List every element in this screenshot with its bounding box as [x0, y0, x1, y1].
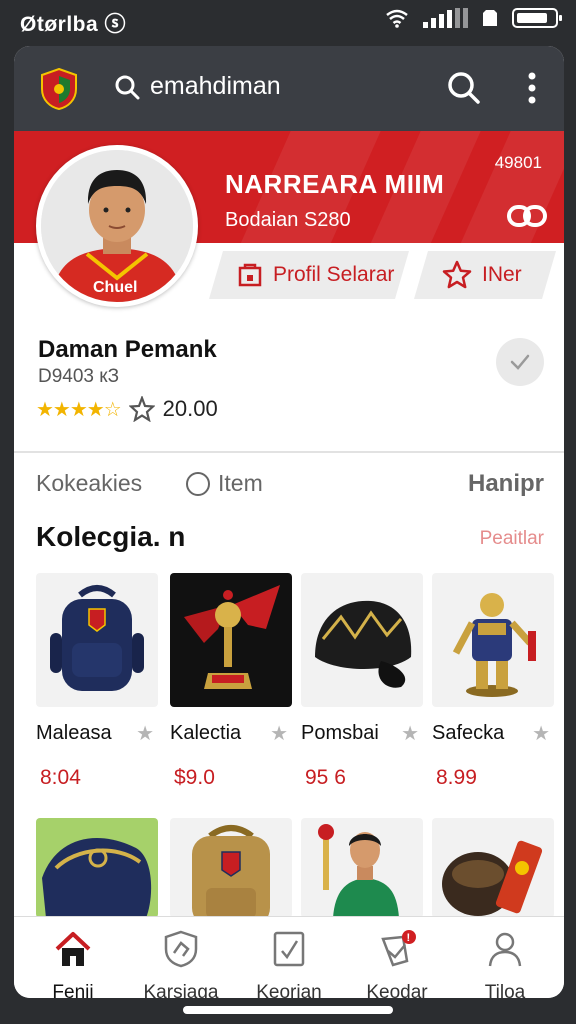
product-card[interactable]: Safecka ★ 8.99 — [432, 573, 554, 790]
profile-button[interactable]: Profil Selarar — [209, 251, 409, 299]
backpack-image — [192, 825, 270, 918]
follow-button[interactable]: INer — [414, 251, 556, 299]
profile-id: D9403 кЗ — [38, 366, 120, 387]
product-image — [170, 573, 292, 707]
backpack-image — [50, 585, 144, 691]
banner-count: 49801 — [494, 153, 542, 172]
tab-item[interactable]: Item — [186, 470, 263, 497]
search-bar[interactable]: emahdiman — [114, 72, 281, 101]
player-figure-image — [318, 824, 399, 918]
battery-icon — [512, 8, 562, 28]
product-image — [432, 573, 554, 707]
profile-icon — [488, 932, 522, 967]
section-title: Kolecgia. n — [36, 521, 186, 552]
status-icons — [385, 8, 562, 28]
nav-keorian[interactable]: Keorian — [234, 929, 344, 998]
product-name: Maleasa — [36, 722, 112, 744]
product-name: Pomsbai — [301, 722, 379, 744]
notification-badge: ! — [407, 932, 411, 944]
product-card[interactable] — [36, 818, 158, 918]
figurine-image — [452, 593, 536, 697]
tab-hanipr[interactable]: Hanipr — [468, 470, 544, 498]
nav-home-label: Fenji — [52, 982, 94, 998]
cap-image — [315, 600, 412, 688]
sim-icon — [483, 10, 497, 26]
signal-icon — [423, 8, 468, 28]
top-bar: emahdiman — [14, 46, 564, 131]
product-name: Safecka — [432, 722, 505, 744]
profile-button-label: Profil Selarar — [273, 263, 395, 286]
trophy-image — [184, 585, 280, 689]
link-icon[interactable] — [506, 201, 548, 231]
tab-bar: Kokeakies Item Hanipr — [14, 466, 564, 502]
app-screen: emahdiman NARREARA MIIM Bodaian S280 498… — [14, 46, 564, 998]
star-icon — [442, 260, 472, 290]
product-card[interactable]: Maleasa ★ 8:04 — [36, 573, 158, 790]
product-card[interactable] — [170, 818, 292, 918]
section-link[interactable]: Peaitlar — [480, 528, 544, 550]
tab-collections[interactable]: Kokeakies — [36, 470, 142, 497]
favorite-star-icon[interactable]: ★ — [270, 721, 288, 746]
nav-home[interactable]: Fenji — [18, 929, 128, 998]
check-icon — [510, 354, 530, 370]
svg-text:Chuel: Chuel — [93, 279, 137, 296]
product-image — [301, 573, 423, 707]
nav-karsiaga-label: Karsiaga — [143, 982, 219, 998]
wifi-icon — [386, 9, 408, 28]
product-name: Kalectia — [170, 722, 242, 744]
carrier-name: Øtørlba ⓢ — [20, 13, 127, 36]
boots-image — [442, 840, 543, 916]
nav-profile-label: Tiloa — [484, 982, 526, 998]
search-icon — [448, 72, 480, 104]
nav-keodar[interactable]: ! Keodar — [342, 929, 452, 998]
product-card[interactable] — [432, 818, 554, 918]
banner-title: NARREARA MIIM — [225, 169, 445, 199]
search-icon — [115, 75, 140, 99]
status-bar: Øtørlba ⓢ — [0, 0, 576, 40]
profile-name: Daman Pemank — [38, 336, 217, 363]
favorite-star-icon[interactable]: ★ — [532, 721, 550, 746]
radio-icon — [186, 471, 210, 496]
product-price: $9.0 — [174, 766, 215, 789]
product-card[interactable] — [301, 818, 423, 918]
verify-button[interactable] — [496, 338, 544, 386]
home-icon — [55, 932, 91, 966]
shield-logo[interactable] — [40, 68, 78, 110]
follow-button-label: INer — [482, 263, 522, 286]
tab-item-label: Item — [218, 470, 263, 496]
product-price: 95 6 — [305, 766, 346, 789]
product-price: 8:04 — [40, 766, 81, 789]
nav-karsiaga[interactable]: Karsiaga — [126, 929, 236, 998]
avatar-photo: Chuel — [41, 150, 193, 302]
more-options-button[interactable] — [512, 68, 552, 108]
favorite-star-icon[interactable]: ★ — [136, 721, 154, 746]
star-outline-icon — [128, 396, 155, 422]
nav-keorian-label: Keorian — [256, 982, 322, 998]
rating-value: 20.00 — [162, 396, 218, 421]
home-indicator[interactable] — [183, 1006, 393, 1014]
scarf-image — [42, 838, 152, 918]
store-icon — [237, 262, 263, 288]
search-text: emahdiman — [150, 72, 281, 100]
bottom-nav: Fenji Karsiaga Keorian ! Keodar Tiloa — [14, 916, 564, 998]
nav-keodar-label: Keodar — [366, 982, 428, 998]
notification-icon: ! — [381, 930, 416, 967]
banner-subtitle: Bodaian S280 — [225, 209, 351, 231]
divider — [14, 451, 564, 453]
rating: ★★★★☆ 20.00 — [36, 396, 218, 422]
nav-profile[interactable]: Tiloa — [450, 929, 560, 998]
document-icon — [273, 931, 305, 967]
product-card[interactable]: Pomsbai ★ 95 6 — [301, 573, 423, 790]
product-image — [36, 573, 158, 707]
favorite-star-icon[interactable]: ★ — [401, 721, 419, 746]
rating-stars: ★★★★☆ — [36, 398, 122, 421]
more-vertical-icon — [528, 72, 536, 104]
avatar[interactable]: Chuel — [36, 145, 198, 307]
product-card[interactable]: Kalectia ★ $9.0 — [170, 573, 292, 790]
search-button[interactable] — [444, 68, 484, 108]
product-price: 8.99 — [436, 766, 477, 789]
shield-icon — [164, 930, 198, 968]
